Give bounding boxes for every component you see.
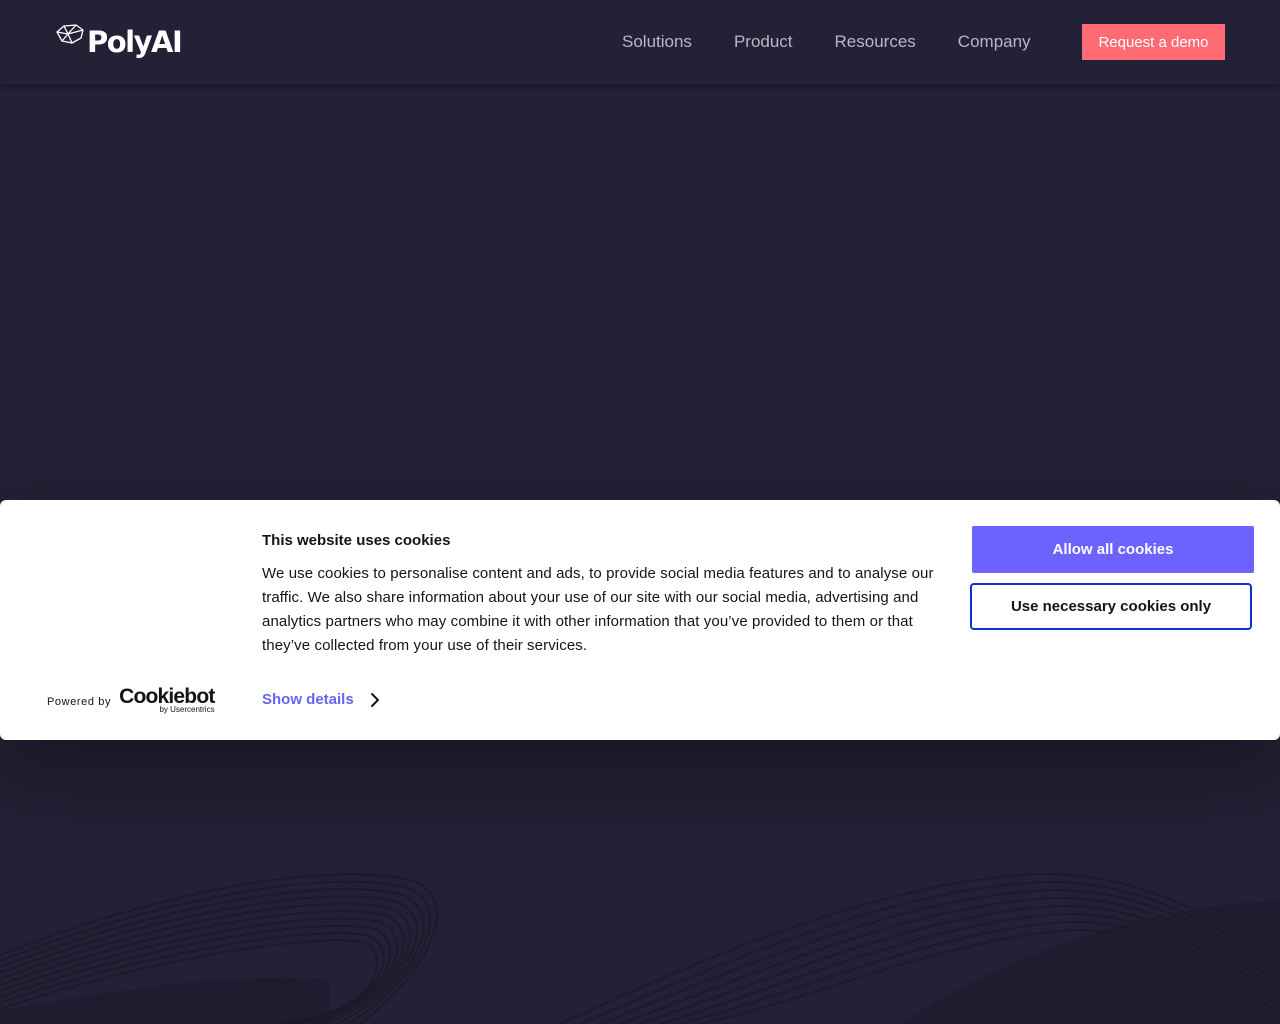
polyai-polyhedron-icon xyxy=(56,24,84,44)
powered-by-cookiebot[interactable]: Powered by Cookiebot by Usercentrics xyxy=(47,686,215,714)
cookiebot-sub: by Usercentrics xyxy=(159,705,215,714)
allow-all-cookies-button[interactable]: Allow all cookies xyxy=(972,526,1254,573)
nav-item-company[interactable]: Company xyxy=(958,32,1031,52)
request-demo-button[interactable]: Request a demo xyxy=(1082,24,1225,60)
cookie-banner-title: This website uses cookies xyxy=(262,532,451,549)
show-details-label: Show details xyxy=(262,691,354,708)
main-nav: Solutions Product Resources Company xyxy=(622,0,1073,84)
polyai-logo[interactable]: PolyAI xyxy=(54,22,183,62)
decorative-waves xyxy=(0,873,1280,1024)
show-details-link[interactable]: Show details xyxy=(262,691,380,708)
nav-item-solutions[interactable]: Solutions xyxy=(622,32,692,52)
necessary-cookies-only-button[interactable]: Use necessary cookies only xyxy=(970,583,1252,630)
cookie-banner-description: We use cookies to personalise content an… xyxy=(262,565,934,654)
nav-item-product[interactable]: Product xyxy=(734,32,793,52)
cookiebot-logo: Cookiebot by Usercentrics xyxy=(119,685,215,714)
cookie-consent-banner: This website uses cookies We use cookies… xyxy=(0,500,1280,740)
nav-item-resources[interactable]: Resources xyxy=(835,32,916,52)
powered-by-label: Powered by xyxy=(47,696,112,708)
chevron-right-icon xyxy=(370,692,379,707)
logo-text: PolyAI xyxy=(87,25,183,59)
site-header: PolyAI Solutions Product Resources Compa… xyxy=(0,0,1280,84)
page: PolyAI Solutions Product Resources Compa… xyxy=(0,0,1280,1024)
cookiebot-name: Cookiebot xyxy=(119,685,215,708)
